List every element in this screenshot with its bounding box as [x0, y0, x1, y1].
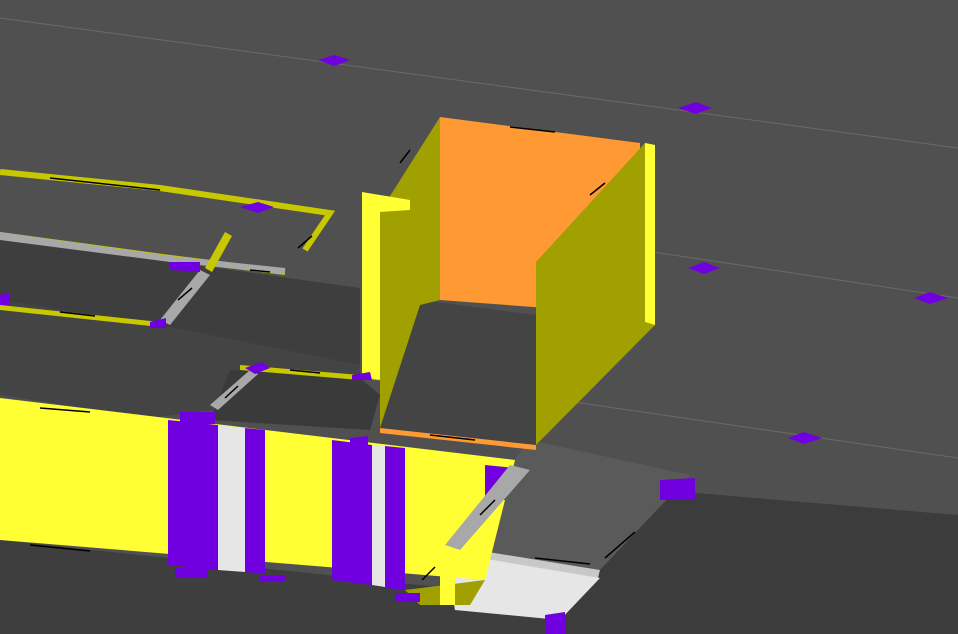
opening-2[interactable]	[245, 428, 265, 574]
wall-yellow-right-edge[interactable]	[645, 143, 655, 325]
opening-4[interactable]	[385, 446, 405, 590]
3d-viewport[interactable]	[0, 0, 958, 634]
scene-canvas[interactable]	[0, 0, 958, 634]
opening-3-panel	[372, 445, 385, 587]
opening-3[interactable]	[332, 440, 372, 585]
opening-1-panel	[218, 425, 245, 572]
opening-1[interactable]	[168, 420, 218, 570]
wall-yellow-post[interactable]	[440, 555, 455, 605]
